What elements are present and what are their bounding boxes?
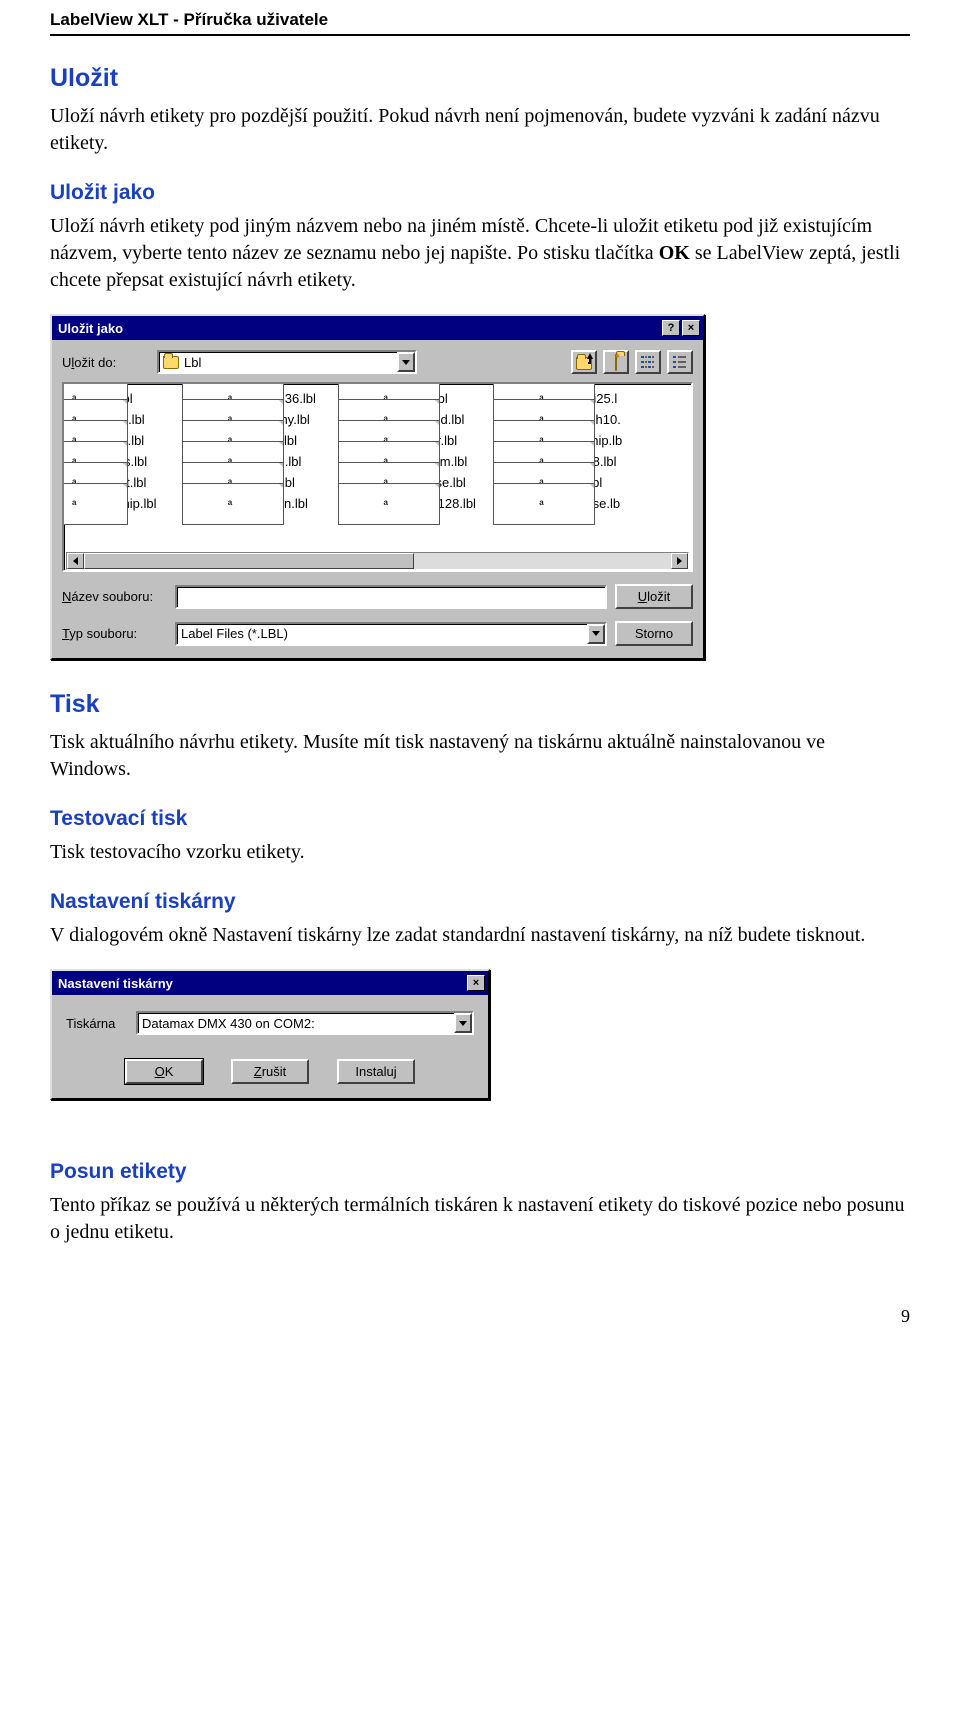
- horizontal-scrollbar[interactable]: [66, 552, 689, 570]
- saveas-titlebar[interactable]: Uložit jako ? ×: [52, 316, 703, 340]
- section-labelshift-body: Tento příkaz se používá u některých term…: [50, 1192, 910, 1246]
- list-icon: [641, 356, 655, 368]
- label-file-icon: a: [69, 496, 85, 512]
- printersetup-title-text: Nastavení tiskárny: [58, 976, 465, 991]
- list-view-button[interactable]: [635, 350, 661, 374]
- filetype-drop-button[interactable]: [587, 624, 605, 644]
- save-as-dialog: Uložit jako ? × Uložit do: Lbl: [50, 314, 705, 660]
- printer-value: Datamax DMX 430 on COM2:: [142, 1016, 315, 1031]
- close-icon: ×: [688, 323, 694, 334]
- new-folder-button[interactable]: ✶: [603, 350, 629, 374]
- chevron-down-icon: [402, 360, 410, 365]
- section-testprint-body: Tisk testovacího vzorku etikety.: [50, 839, 910, 866]
- folder-icon: [163, 356, 179, 369]
- section-printersetup-title: Nastavení tiskárny: [50, 890, 910, 914]
- scroll-left-button[interactable]: [67, 553, 84, 569]
- saveas-title-text: Uložit jako: [58, 321, 660, 336]
- save-button[interactable]: Uložit: [615, 584, 693, 609]
- scroll-track[interactable]: [84, 553, 671, 569]
- up-folder-icon: [576, 354, 592, 370]
- combo-drop-button[interactable]: [397, 352, 415, 372]
- file-list-pane[interactable]: aAiag.lblaCoffee.lblaDbase.lblaEatons.lb…: [62, 382, 693, 572]
- printer-label: Tiskárna: [66, 1016, 126, 1031]
- printer-drop-button[interactable]: [454, 1013, 472, 1033]
- printer-settings-dialog: Nastavení tiskárny × Tiskárna Datamax DM…: [50, 969, 490, 1100]
- section-save-title: Uložit: [50, 64, 910, 93]
- section-labelshift-title: Posun etikety: [50, 1160, 910, 1184]
- section-print-title: Tisk: [50, 690, 910, 719]
- chevron-down-icon: [459, 1021, 467, 1026]
- up-one-level-button[interactable]: [571, 350, 597, 374]
- save-in-combo[interactable]: Lbl: [157, 350, 417, 374]
- section-print-body: Tisk aktuálního návrhu etikety. Musíte m…: [50, 729, 910, 783]
- filetype-value: Label Files (*.LBL): [181, 626, 288, 641]
- filename-input[interactable]: [175, 585, 607, 609]
- close-icon: ×: [473, 978, 479, 989]
- details-view-button[interactable]: [667, 350, 693, 374]
- printer-combo[interactable]: Datamax DMX 430 on COM2:: [136, 1011, 474, 1035]
- filetype-combo[interactable]: Label Files (*.LBL): [175, 622, 607, 646]
- help-button[interactable]: ?: [662, 320, 680, 336]
- arrow-left-icon: [73, 557, 78, 565]
- section-saveas-body: Uloží návrh etikety pod jiným názvem neb…: [50, 213, 910, 294]
- cancel-button[interactable]: Storno: [615, 621, 693, 646]
- doc-header: LabelView XLT - Příručka uživatele: [50, 0, 910, 36]
- file-item[interactable]: atot_case.lb: [533, 493, 689, 514]
- cancel-button[interactable]: Zrušit: [231, 1059, 309, 1084]
- scroll-right-button[interactable]: [671, 553, 688, 569]
- new-folder-icon: ✶: [615, 355, 617, 370]
- label-file-icon: a: [536, 496, 552, 512]
- section-save-body: Uloží návrh etikety pro pozdější použití…: [50, 103, 910, 157]
- question-icon: ?: [668, 323, 675, 334]
- label-file-icon: a: [381, 496, 397, 512]
- label-file-icon: a: [225, 496, 241, 512]
- arrow-right-icon: [677, 557, 682, 565]
- filename-label: Název souboru:: [62, 589, 167, 604]
- filetype-label: Typ souboru:: [62, 626, 167, 641]
- save-in-value: Lbl: [184, 355, 201, 370]
- saveas-body-ok: OK: [659, 242, 690, 264]
- section-saveas-title: Uložit jako: [50, 181, 910, 205]
- details-icon: [673, 356, 687, 368]
- scroll-thumb[interactable]: [84, 553, 414, 569]
- chevron-down-icon: [592, 631, 600, 636]
- section-printersetup-body: V dialogovém okně Nastavení tiskárny lze…: [50, 922, 910, 949]
- printersetup-titlebar[interactable]: Nastavení tiskárny ×: [52, 971, 488, 995]
- section-testprint-title: Testovací tisk: [50, 807, 910, 831]
- save-in-label: Uložit do:: [62, 355, 157, 370]
- page-number: 9: [50, 1306, 910, 1327]
- install-button[interactable]: Instaluj: [337, 1059, 415, 1084]
- close-button[interactable]: ×: [467, 975, 485, 991]
- close-button[interactable]: ×: [682, 320, 700, 336]
- ok-button[interactable]: OK: [125, 1059, 203, 1084]
